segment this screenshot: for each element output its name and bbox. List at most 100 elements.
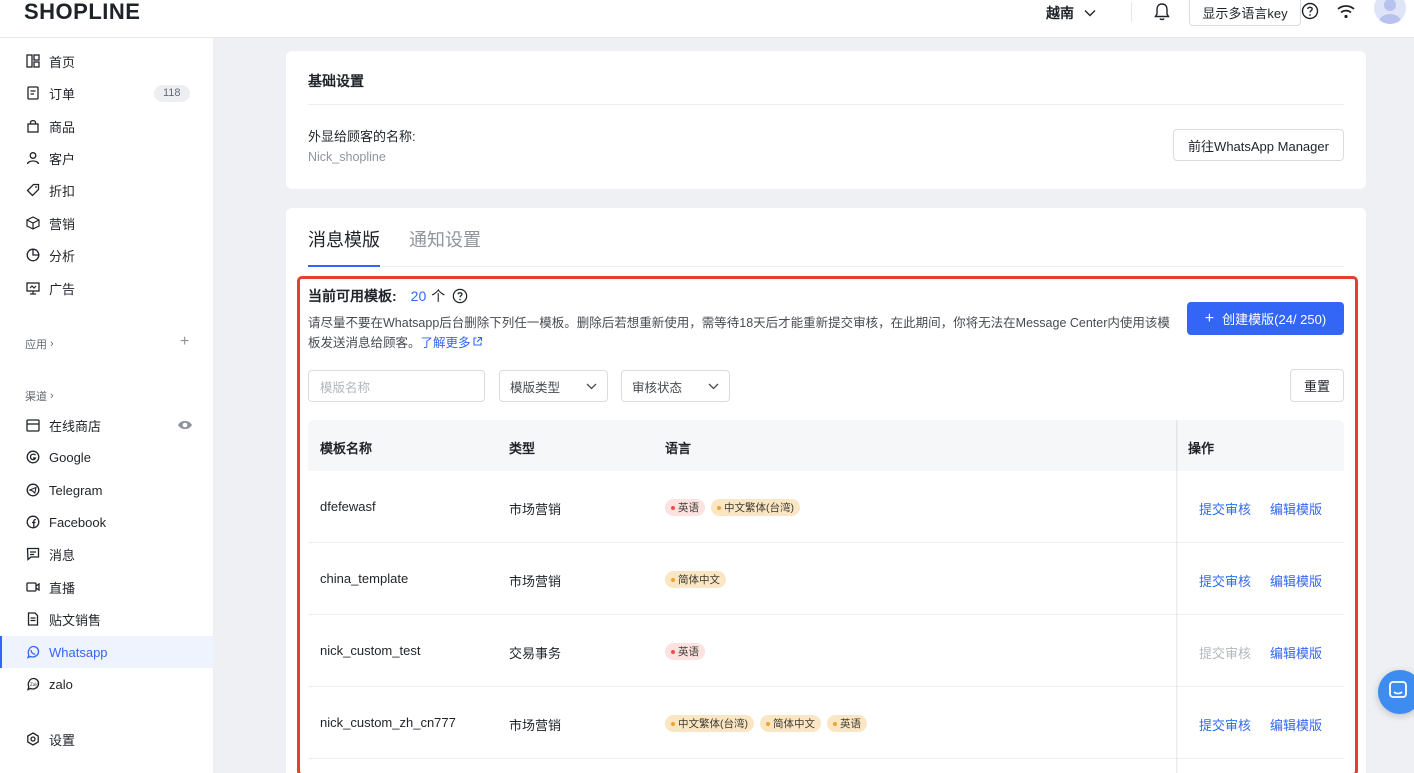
- bell-icon[interactable]: [1153, 2, 1171, 22]
- submit-review-link[interactable]: 提交审核: [1199, 499, 1251, 518]
- display-name-label: 外显给顾客的名称:: [308, 129, 416, 144]
- create-template-label: 创建模版(24/ 250): [1222, 312, 1327, 327]
- eye-icon[interactable]: [177, 419, 193, 431]
- chat-support-button[interactable]: [1378, 670, 1414, 714]
- apps-section-label[interactable]: 应用 ›: [25, 336, 54, 352]
- sidebar-item-post-sales[interactable]: 贴文销售: [0, 603, 214, 635]
- channels-section-label[interactable]: 渠道 ›: [25, 388, 54, 404]
- add-app-button[interactable]: +: [180, 334, 189, 350]
- column-header-actions: 操作: [1188, 441, 1215, 456]
- template-name: nick_custom_test: [320, 643, 421, 658]
- table-row: nick_custom_test 交易事务 英语 提交审核 编辑模版: [308, 615, 1344, 687]
- tab-message-templates[interactable]: 消息模版: [308, 226, 380, 252]
- create-template-button[interactable]: + 创建模版(24/ 250): [1187, 302, 1344, 335]
- sidebar-item-label: Telegram: [49, 482, 103, 498]
- language-tag: 英语: [665, 643, 705, 660]
- sidebar-item-whatsapp[interactable]: Whatsapp: [0, 636, 214, 668]
- tab-notification-settings[interactable]: 通知设置: [409, 226, 481, 252]
- sidebar-item-zalo[interactable]: Zalo zalo: [0, 668, 214, 700]
- active-tab-indicator: [308, 265, 380, 267]
- avatar[interactable]: [1374, 0, 1406, 24]
- sidebar-item-marketing[interactable]: 营销: [0, 207, 214, 239]
- sidebar-item-products[interactable]: 商品: [0, 110, 214, 142]
- review-status-select[interactable]: 审核状态: [621, 370, 730, 402]
- template-type: 市场营销: [509, 718, 562, 733]
- svg-text:Zalo: Zalo: [30, 682, 39, 687]
- pie-icon: [25, 247, 41, 263]
- region-label: 越南: [1046, 5, 1074, 21]
- submit-review-link-disabled: 提交审核: [1199, 646, 1252, 661]
- shopline-logo[interactable]: SHOPLINE: [24, 0, 140, 24]
- apps-label: 应用: [25, 339, 47, 351]
- tag-icon: [25, 182, 41, 198]
- sidebar-item-label: 客户: [49, 151, 76, 167]
- sidebar-item-messages[interactable]: 消息: [0, 538, 214, 570]
- header-divider: [1131, 2, 1132, 22]
- reset-button[interactable]: 重置: [1290, 369, 1344, 402]
- telegram-icon: [25, 482, 41, 498]
- edit-template-link[interactable]: 编辑模版: [1270, 715, 1322, 734]
- template-name: china_template: [320, 571, 409, 586]
- user-avatar-icon: [1379, 0, 1401, 24]
- region-selector[interactable]: 越南: [1046, 3, 1096, 23]
- sidebar-item-online-store[interactable]: 在线商店: [0, 409, 214, 441]
- facebook-icon: [25, 514, 41, 530]
- table-header: 模板名称 类型 语言 操作: [308, 420, 1344, 471]
- store-icon: [25, 417, 41, 433]
- template-type: 市场营销: [509, 502, 562, 517]
- help-icon[interactable]: [452, 288, 468, 304]
- language-tag: 中文繁体(台湾): [711, 499, 800, 516]
- sidebar-item-label: 广告: [49, 281, 76, 297]
- available-label: 当前可用模板:: [308, 288, 397, 304]
- template-type: 市场营销: [509, 574, 562, 589]
- language-tag: 中文繁体(台湾): [665, 715, 754, 732]
- learn-more-link[interactable]: 了解更多: [421, 336, 483, 350]
- sidebar-item-discounts[interactable]: 折扣: [0, 174, 214, 206]
- sidebar-item-live[interactable]: 直播: [0, 571, 214, 603]
- sidebar-item-label: Whatsapp: [49, 644, 108, 660]
- template-name: dfefewasf: [320, 499, 376, 514]
- sidebar-item-customers[interactable]: 客户: [0, 142, 214, 174]
- template-type-select[interactable]: 模版类型: [499, 370, 608, 402]
- chevron-right-icon: ›: [50, 390, 54, 402]
- wifi-icon: [1337, 5, 1355, 19]
- sidebar-item-google[interactable]: Google: [0, 441, 214, 473]
- chevron-down-icon: [586, 383, 597, 389]
- sidebar-item-settings[interactable]: 设置: [0, 723, 214, 755]
- language-tag: 简体中文: [760, 715, 821, 732]
- edit-template-link[interactable]: 编辑模版: [1270, 571, 1322, 590]
- template-name-filter-input[interactable]: 模版名称: [308, 370, 485, 402]
- sidebar-item-label: 订单: [49, 86, 76, 102]
- live-icon: [25, 579, 41, 595]
- submit-review-link[interactable]: 提交审核: [1199, 571, 1251, 590]
- sidebar-item-telegram[interactable]: Telegram: [0, 474, 214, 506]
- sidebar-item-label: 分析: [49, 248, 76, 264]
- sidebar: 首页 订单 118 商品 客户 折扣 营销 分析 广告 应用 › + 渠道 › …: [0, 38, 214, 773]
- language-tags: 中文繁体(台湾) 简体中文 英语: [665, 715, 867, 732]
- template-type: 交易事务: [509, 646, 562, 661]
- sidebar-item-ads[interactable]: 广告: [0, 272, 214, 304]
- whatsapp-icon: [25, 644, 41, 660]
- available-unit: 个: [431, 288, 446, 304]
- learn-more-label: 了解更多: [420, 336, 471, 350]
- edit-template-link[interactable]: 编辑模版: [1270, 499, 1322, 518]
- chevron-down-icon: [708, 383, 719, 389]
- sidebar-item-analytics[interactable]: 分析: [0, 239, 214, 271]
- dashboard-icon: [25, 53, 41, 69]
- show-language-key-button[interactable]: 显示多语言key: [1189, 0, 1301, 26]
- sidebar-item-orders[interactable]: 订单 118: [0, 77, 214, 109]
- sidebar-item-label: Google: [49, 449, 91, 465]
- whatsapp-manager-button[interactable]: 前往WhatsApp Manager: [1173, 129, 1344, 161]
- help-icon[interactable]: [1301, 2, 1319, 20]
- actions-column-shadow: [1176, 420, 1178, 773]
- sidebar-item-facebook[interactable]: Facebook: [0, 506, 214, 538]
- submit-review-link[interactable]: 提交审核: [1199, 715, 1251, 734]
- template-note: 请尽量不要在Whatsapp后台删除下列任一模板。删除后若想重新使用，需等待18…: [308, 313, 1178, 353]
- sidebar-item-home[interactable]: 首页: [0, 45, 214, 77]
- plus-icon: +: [1204, 309, 1215, 327]
- basic-settings-card: 基础设置 外显给顾客的名称: Nick_shopline 前往WhatsApp …: [286, 51, 1366, 189]
- sidebar-item-label: 消息: [49, 547, 76, 563]
- edit-template-link[interactable]: 编辑模版: [1270, 643, 1322, 662]
- sidebar-item-label: zalo: [49, 676, 73, 692]
- chevron-right-icon: ›: [50, 338, 54, 350]
